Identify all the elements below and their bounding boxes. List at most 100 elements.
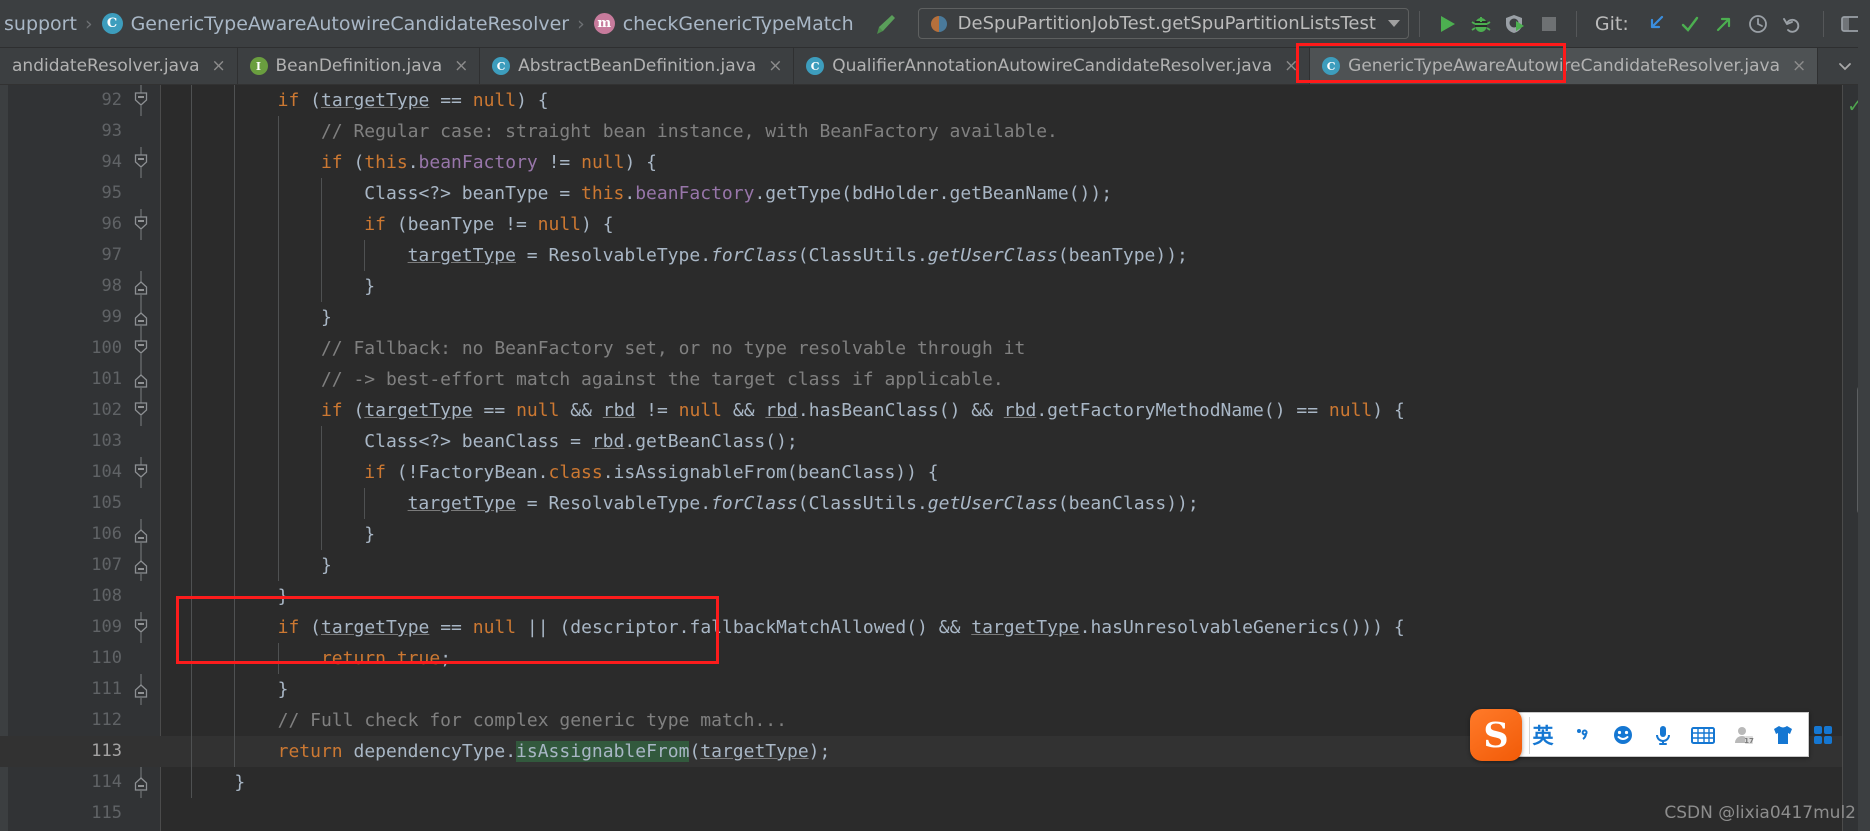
close-icon[interactable]: × xyxy=(212,56,226,76)
code-text[interactable]: if (beanType != null) { xyxy=(334,209,613,240)
line-number: 98 xyxy=(101,276,122,296)
fold-collapse-icon[interactable] xyxy=(131,395,151,426)
ime-skin-button[interactable] xyxy=(1770,720,1796,750)
code-text[interactable]: // -> best-effort match against the targ… xyxy=(291,364,1004,395)
code-row[interactable]: 97 targetType = ResolvableType.forClass(C… xyxy=(0,240,1870,271)
code-text[interactable]: // Fallback: no BeanFactory set, or no t… xyxy=(291,333,1025,364)
code-row[interactable]: 102 if (targetType == null && rbd != null… xyxy=(0,395,1870,426)
code-text[interactable]: return dependencyType.isAssignableFrom(t… xyxy=(248,736,830,767)
code-row[interactable]: 109 if (targetType == null || (descriptor… xyxy=(0,612,1870,643)
code-row[interactable]: 93 // Regular case: straight bean instanc… xyxy=(0,116,1870,147)
breadcrumb-item-support[interactable]: support xyxy=(2,13,79,35)
fold-collapse-icon[interactable] xyxy=(131,457,151,488)
code-row[interactable]: 101 // -> best-effort match against the t… xyxy=(0,364,1870,395)
user-icon: 17 xyxy=(1735,726,1754,745)
code-text[interactable]: Class<?> beanClass = rbd.getBeanClass(); xyxy=(334,426,797,457)
code-text[interactable]: if (this.beanFactory != null) { xyxy=(291,147,657,178)
code-text[interactable]: } xyxy=(334,519,375,550)
fold-expand-icon[interactable] xyxy=(131,302,151,333)
tab-generictypeawareautowirecandidateresolver[interactable]: C GenericTypeAwareAutowireCandidateResol… xyxy=(1310,48,1818,84)
git-update-button[interactable] xyxy=(1639,7,1673,41)
fold-expand-icon[interactable] xyxy=(131,519,151,550)
git-rollback-button[interactable] xyxy=(1775,7,1809,41)
chevron-down-icon[interactable] xyxy=(1387,20,1400,27)
ime-punctuation-toggle[interactable] xyxy=(1570,720,1596,750)
fold-expand-icon[interactable] xyxy=(131,674,151,705)
git-push-button[interactable] xyxy=(1707,7,1741,41)
code-row[interactable]: 95 Class<?> beanType = this.beanFactory.g… xyxy=(0,178,1870,209)
code-text[interactable]: if (targetType == null && rbd != null &&… xyxy=(291,395,1405,426)
fold-collapse-icon[interactable] xyxy=(131,85,151,116)
close-icon[interactable]: × xyxy=(1792,56,1806,76)
breadcrumb-item-method[interactable]: m checkGenericTypeMatch xyxy=(592,13,856,35)
code-row[interactable]: 111} xyxy=(0,674,1870,705)
code-row[interactable]: 106} xyxy=(0,519,1870,550)
code-text[interactable]: // Regular case: straight bean instance,… xyxy=(291,116,1058,147)
code-text[interactable]: } xyxy=(291,302,332,333)
build-button[interactable] xyxy=(870,9,900,39)
fold-expand-icon[interactable] xyxy=(131,364,151,395)
git-history-button[interactable] xyxy=(1741,7,1775,41)
breadcrumb-item-class[interactable]: C GenericTypeAwareAutowireCandidateResol… xyxy=(100,13,572,35)
code-row[interactable]: 104 if (!FactoryBean.class.isAssignableFr… xyxy=(0,457,1870,488)
code-text[interactable] xyxy=(161,798,191,829)
code-text[interactable]: if (targetType == null) { xyxy=(248,85,549,116)
code-row[interactable]: 92 if (targetType == null) { xyxy=(0,85,1870,116)
code-row[interactable]: 114} xyxy=(0,767,1870,798)
code-row[interactable]: 96 if (beanType != null) { xyxy=(0,209,1870,240)
code-text[interactable]: Class<?> beanType = this.beanFactory.get… xyxy=(334,178,1112,209)
close-icon[interactable]: × xyxy=(1284,56,1298,76)
code-text[interactable]: return true; xyxy=(291,643,451,674)
ime-user-button[interactable]: 17 xyxy=(1730,720,1756,750)
run-configuration-selector[interactable]: DeSpuPartitionJobTest.getSpuPartitionLis… xyxy=(917,8,1409,39)
microphone-icon xyxy=(1656,725,1670,745)
code-row[interactable]: 98} xyxy=(0,271,1870,302)
code-text[interactable]: // Full check for complex generic type m… xyxy=(248,705,787,736)
code-row[interactable]: 107} xyxy=(0,550,1870,581)
code-text[interactable]: } xyxy=(204,767,245,798)
ime-toolbox-button[interactable] xyxy=(1810,720,1836,750)
code-row[interactable]: 100 // Fallback: no BeanFactory set, or n… xyxy=(0,333,1870,364)
stop-button[interactable] xyxy=(1532,7,1566,41)
code-row[interactable]: 115 xyxy=(0,798,1870,829)
code-text[interactable]: targetType = ResolvableType.forClass(Cla… xyxy=(378,240,1188,271)
code-row[interactable]: 99} xyxy=(0,302,1870,333)
tab-qualifierannotationautowirecandidateresolver[interactable]: C QualifierAnnotationAutowireCandidateRe… xyxy=(794,48,1311,84)
sogou-ime-toolbar[interactable]: S 英 17 xyxy=(1470,709,1832,761)
run-with-coverage-button[interactable] xyxy=(1498,7,1532,41)
code-row[interactable]: 94 if (this.beanFactory != null) { xyxy=(0,147,1870,178)
line-number: 92 xyxy=(101,90,122,110)
fold-collapse-icon[interactable] xyxy=(131,333,151,364)
code-text[interactable]: if (!FactoryBean.class.isAssignableFrom(… xyxy=(334,457,938,488)
ime-keyboard-button[interactable] xyxy=(1690,720,1716,750)
code-text[interactable]: } xyxy=(248,674,289,705)
fold-expand-icon[interactable] xyxy=(131,271,151,302)
code-text[interactable]: if (targetType == null || (descriptor.fa… xyxy=(248,612,1405,643)
git-commit-button[interactable] xyxy=(1673,7,1707,41)
code-text[interactable]: } xyxy=(291,550,332,581)
fold-expand-icon[interactable] xyxy=(131,767,151,798)
code-row[interactable]: 108} xyxy=(0,581,1870,612)
indent-guide xyxy=(191,674,192,705)
ime-language-toggle[interactable]: 英 xyxy=(1530,720,1556,750)
close-icon[interactable]: × xyxy=(768,56,782,76)
coverage-icon xyxy=(1505,14,1524,33)
ime-voice-button[interactable] xyxy=(1650,720,1676,750)
close-icon[interactable]: × xyxy=(454,56,468,76)
code-row[interactable]: 110 return true; xyxy=(0,643,1870,674)
ime-emoji-button[interactable] xyxy=(1610,720,1636,750)
code-text[interactable]: targetType = ResolvableType.forClass(Cla… xyxy=(378,488,1199,519)
tab-candidateresolver[interactable]: andidateResolver.java × xyxy=(0,48,238,84)
code-row[interactable]: 103 Class<?> beanClass = rbd.getBeanClass… xyxy=(0,426,1870,457)
debug-button[interactable] xyxy=(1464,7,1498,41)
code-text[interactable]: } xyxy=(248,581,289,612)
fold-collapse-icon[interactable] xyxy=(131,147,151,178)
fold-expand-icon[interactable] xyxy=(131,550,151,581)
tab-beandefinition[interactable]: I BeanDefinition.java × xyxy=(237,48,481,84)
run-button[interactable] xyxy=(1430,7,1464,41)
code-text[interactable]: } xyxy=(334,271,375,302)
fold-collapse-icon[interactable] xyxy=(131,612,151,643)
fold-collapse-icon[interactable] xyxy=(131,209,151,240)
tab-abstractbeandefinition[interactable]: C AbstractBeanDefinition.java × xyxy=(480,48,795,84)
code-row[interactable]: 105 targetType = ResolvableType.forClass(… xyxy=(0,488,1870,519)
